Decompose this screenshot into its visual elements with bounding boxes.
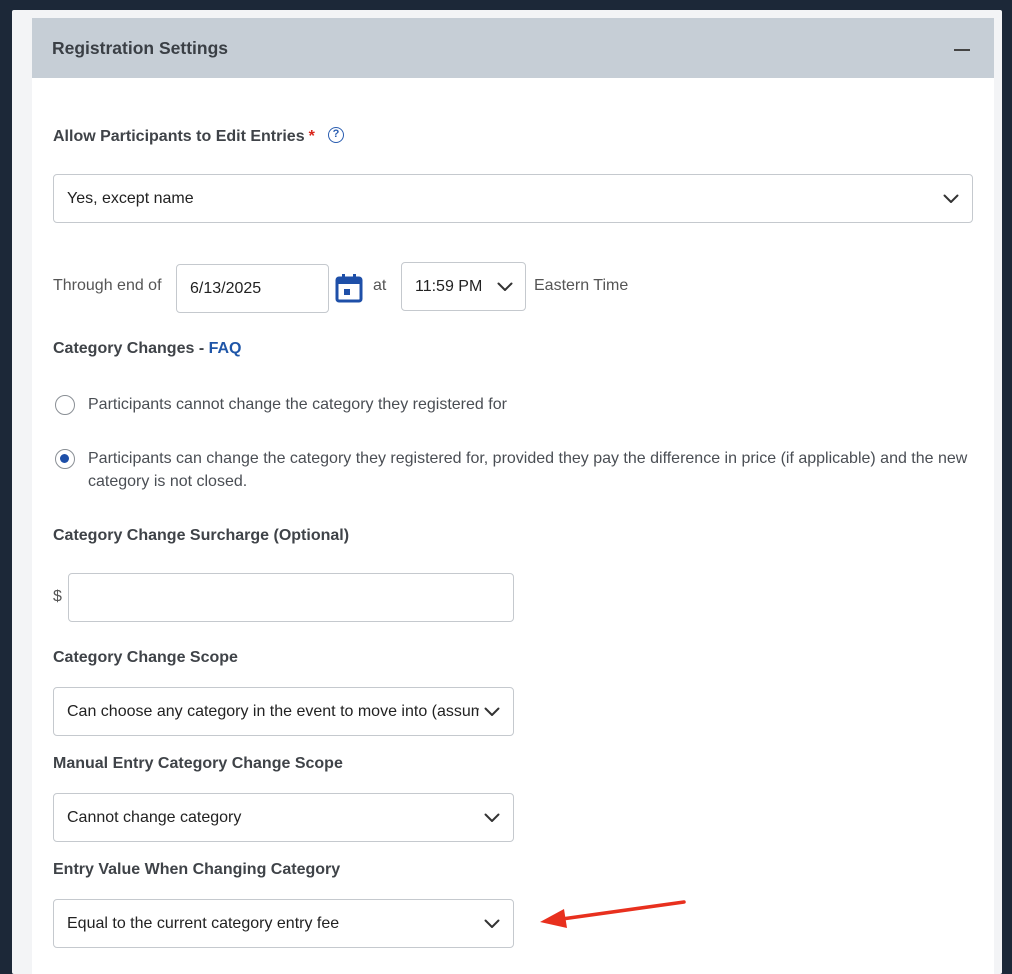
chevron-down-icon xyxy=(484,707,500,716)
category-changes-label: Category Changes - FAQ xyxy=(53,340,241,358)
allow-edit-select[interactable]: Yes, except name xyxy=(53,174,973,223)
surcharge-input[interactable] xyxy=(68,573,514,622)
panel-header[interactable]: Registration Settings xyxy=(32,18,994,78)
manual-scope-select-value: Cannot change category xyxy=(67,808,242,826)
scope-select[interactable]: Can choose any category in the event to … xyxy=(53,687,514,736)
panel-title: Registration Settings xyxy=(52,38,228,58)
annotation-arrow xyxy=(540,900,686,928)
faq-link[interactable]: FAQ xyxy=(209,340,242,357)
time-select-value: 11:59 PM xyxy=(415,277,483,295)
radio-cannot-change[interactable] xyxy=(55,395,75,415)
chevron-down-icon xyxy=(484,919,500,928)
chevron-down-icon xyxy=(497,282,513,291)
collapse-minus-icon[interactable] xyxy=(952,42,974,56)
currency-symbol: $ xyxy=(53,588,62,605)
time-select[interactable]: 11:59 PM xyxy=(401,262,526,311)
date-input[interactable]: 6/13/2025 xyxy=(176,264,329,313)
scope-label: Category Change Scope xyxy=(53,649,238,666)
allow-edit-label: Allow Participants to Edit Entries * xyxy=(53,128,315,146)
allow-edit-label-text: Allow Participants to Edit Entries xyxy=(53,128,305,145)
calendar-icon[interactable] xyxy=(335,273,363,303)
chevron-down-icon xyxy=(484,813,500,822)
scope-select-value: Can choose any category in the event to … xyxy=(67,702,479,720)
entry-value-label: Entry Value When Changing Category xyxy=(53,861,341,878)
at-label: at xyxy=(373,277,387,294)
timezone-label: Eastern Time xyxy=(534,277,629,294)
app-frame: Registration Settings Allow Participants… xyxy=(12,10,1002,974)
radio-can-change[interactable] xyxy=(55,449,75,469)
help-question-icon[interactable]: ? xyxy=(328,127,344,143)
manual-scope-label: Manual Entry Category Change Scope xyxy=(53,755,343,772)
chevron-down-icon xyxy=(943,194,959,203)
surcharge-label: Category Change Surcharge (Optional) xyxy=(53,527,350,544)
required-asterisk: * xyxy=(308,128,315,145)
manual-scope-select[interactable]: Cannot change category xyxy=(53,793,514,842)
entry-value-select[interactable]: Equal to the current category entry fee xyxy=(53,899,514,948)
category-changes-label-text: Category Changes - xyxy=(53,340,205,357)
radio-can-change-label: Participants can change the category the… xyxy=(88,450,968,490)
through-end-label: Through end of xyxy=(53,277,162,294)
registration-settings-panel: Registration Settings Allow Participants… xyxy=(32,18,994,974)
date-input-value: 6/13/2025 xyxy=(190,279,262,297)
allow-edit-select-value: Yes, except name xyxy=(67,189,194,207)
entry-value-select-value: Equal to the current category entry fee xyxy=(67,914,340,932)
radio-cannot-change-label: Participants cannot change the category … xyxy=(88,396,507,413)
